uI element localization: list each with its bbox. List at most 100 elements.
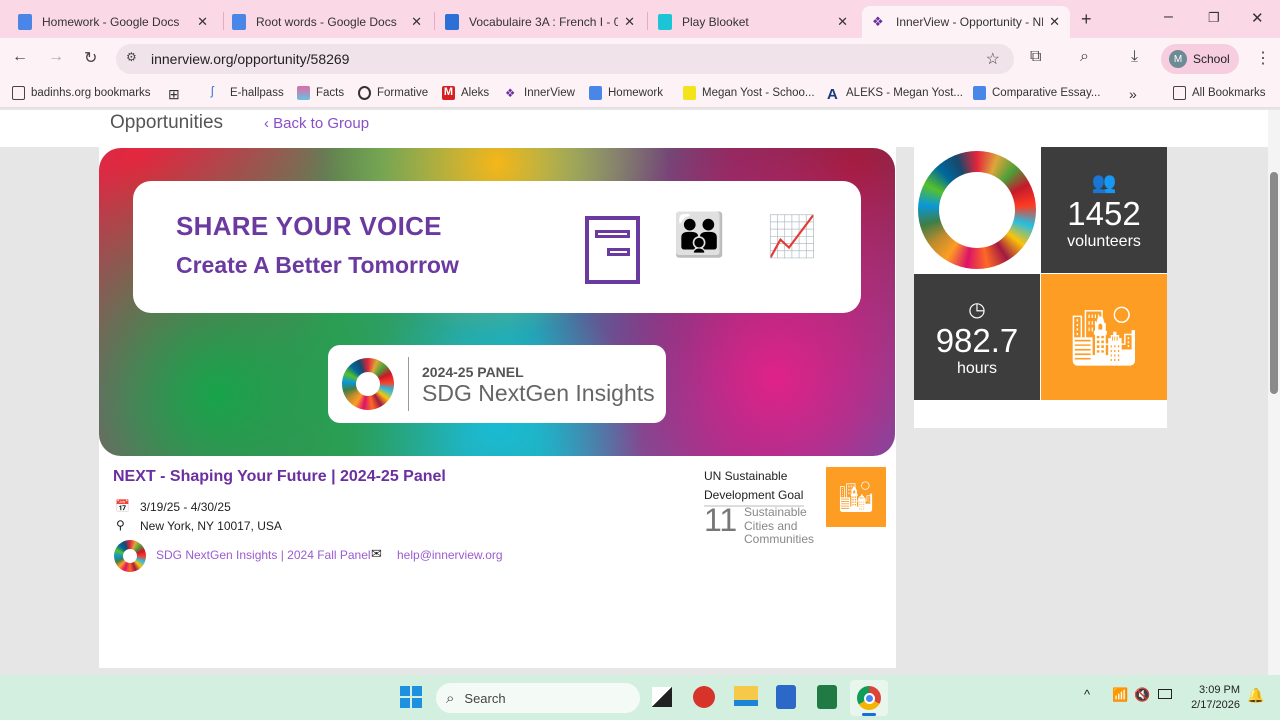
tab-vocabulaire[interactable]: Vocabulaire 3A : French I - 06 ✕: [435, 6, 645, 38]
group-logo: [114, 540, 146, 572]
stats-panel: 👥 1452 volunteers ◷ 982.7 hours 🏙: [914, 147, 1167, 428]
classroom-icon: [445, 14, 459, 30]
wifi-icon[interactable]: 📶: [1112, 687, 1128, 703]
tab-innerview[interactable]: ❖ InnerView - Opportunity - NE ✕: [862, 6, 1070, 38]
bookmark-aleks-megan[interactable]: A ALEKS - Megan Yost...: [827, 86, 963, 103]
star-icon[interactable]: ☆: [986, 49, 1000, 69]
reload-button[interactable]: ↻: [84, 48, 97, 68]
close-icon[interactable]: ✕: [837, 14, 848, 30]
chrome-taskbar-button[interactable]: [850, 680, 888, 716]
ehallpass-icon: ʃ: [211, 86, 214, 98]
email-icon: ✉: [371, 546, 382, 561]
scrollbar[interactable]: [1268, 110, 1280, 675]
close-icon[interactable]: ✕: [411, 14, 422, 30]
site-settings-icon[interactable]: ⚙: [126, 50, 137, 64]
opportunity-dates: 3/19/25 - 4/30/25: [140, 500, 231, 514]
tab-search-icon[interactable]: ⌕: [1080, 48, 1089, 66]
clock-icon: ◷: [968, 298, 986, 321]
group-link[interactable]: SDG NextGen Insights | 2024 Fall Panel: [156, 548, 371, 562]
tab-homework[interactable]: Homework - Google Docs ✕: [8, 6, 218, 38]
close-icon[interactable]: ✕: [1049, 14, 1060, 30]
bookmark-folder[interactable]: badinhs.org bookmarks: [12, 86, 151, 100]
chrome-icon: [857, 686, 881, 710]
url-text[interactable]: innerview.org/opportunity/58269: [151, 51, 349, 67]
panel-name: SDG NextGen Insights: [422, 380, 655, 406]
bookmark-aleks[interactable]: M Aleks: [442, 86, 489, 100]
bookmark-formative[interactable]: Formative: [358, 86, 428, 100]
tab-title: Homework - Google Docs: [42, 15, 180, 29]
aleks-a-icon: A: [827, 86, 838, 103]
bookmark-homework[interactable]: Homework: [589, 86, 663, 100]
clock[interactable]: 3:09 PM 2/17/2026: [1186, 683, 1240, 713]
sdg-label: UN Sustainable Development Goal: [704, 467, 804, 507]
file-explorer-icon[interactable]: [734, 686, 758, 706]
schoology-icon: [683, 86, 696, 100]
minimize-button[interactable]: –: [1164, 8, 1173, 26]
restore-button[interactable]: ❐: [1208, 10, 1220, 26]
menu-icon[interactable]: ⋮: [1255, 48, 1271, 68]
page-header: Opportunities ‹ Back to Group: [0, 110, 1268, 147]
tab-bar: Homework - Google Docs ✕ Root words - Goo…: [0, 0, 1280, 38]
hours-tile: ◷ 982.7 hours: [914, 274, 1040, 400]
extensions-icon[interactable]: ⧉: [1030, 48, 1041, 66]
taskbar: ⌕ Search ^ 📶 🔇 3:09 PM 2/17/2026 🔔: [0, 675, 1280, 720]
show-hidden-icons[interactable]: ^: [1084, 687, 1090, 702]
tab-blooket[interactable]: Play Blooket ✕: [648, 6, 858, 38]
hours-count: 982.7: [935, 321, 1019, 359]
apps-icon[interactable]: ⊞: [168, 86, 180, 103]
growth-chart-icon: 📈: [767, 215, 817, 259]
forward-button[interactable]: →: [48, 48, 64, 66]
bookmark-megan-yost[interactable]: Megan Yost - Schoo...: [683, 86, 815, 100]
sdg-wheel-icon: [342, 358, 394, 410]
all-bookmarks[interactable]: All Bookmarks: [1173, 86, 1266, 100]
avatar: M: [1169, 50, 1187, 68]
volunteers-count: 1452: [1067, 194, 1141, 232]
folder-icon: [12, 86, 25, 100]
blooket-icon: [658, 14, 672, 30]
close-icon[interactable]: ✕: [197, 14, 208, 30]
back-to-group-link[interactable]: ‹ Back to Group: [264, 115, 369, 132]
more-bookmarks-icon[interactable]: »: [1129, 86, 1137, 102]
users-icon: 👥: [1091, 171, 1117, 194]
panel-badge: 2024-25 PANEL SDG NextGen Insights: [328, 345, 666, 423]
opportunity-title: NEXT - Shaping Your Future | 2024-25 Pan…: [113, 468, 446, 485]
close-icon[interactable]: ✕: [624, 14, 635, 30]
volume-muted-icon[interactable]: 🔇: [1134, 687, 1150, 703]
powerpoint-icon[interactable]: [693, 686, 715, 708]
notifications-icon[interactable]: 🔔: [1247, 687, 1264, 704]
tab-title: Play Blooket: [682, 15, 749, 29]
calendar-icon: 📅: [115, 499, 130, 513]
bookmark-comparative-essay[interactable]: Comparative Essay...: [973, 86, 1100, 100]
bookmark-innerview[interactable]: ❖ InnerView: [505, 86, 575, 100]
hours-label: hours: [956, 359, 998, 377]
task-view-icon[interactable]: [652, 687, 672, 707]
tab-root-words[interactable]: Root words - Google Docs ✕: [222, 6, 432, 38]
word-icon[interactable]: [776, 685, 796, 709]
taskbar-search[interactable]: ⌕ Search: [436, 683, 640, 713]
close-window-button[interactable]: ✕: [1251, 9, 1264, 27]
search-icon: ⌕: [446, 689, 455, 707]
innerview-icon: ❖: [505, 88, 516, 100]
page-title: Opportunities: [110, 112, 224, 133]
address-bar[interactable]: ⚙ innerview.org/opportunity/58269 ☆: [116, 44, 1014, 74]
facts-icon: [297, 86, 310, 100]
battery-icon[interactable]: [1158, 689, 1172, 699]
bookmark-ehallpass[interactable]: ʃ E-hallpass: [211, 86, 284, 100]
excel-icon[interactable]: [817, 685, 837, 709]
banner-headline: SHARE YOUR VOICE: [176, 211, 442, 241]
panel-year: 2024-25 PANEL: [422, 364, 524, 380]
survey-form-icon: [585, 216, 640, 284]
tab-title: InnerView - Opportunity - NE: [896, 15, 1044, 29]
new-tab-button[interactable]: +: [1081, 9, 1092, 30]
windows-start-icon[interactable]: [400, 686, 422, 708]
profile-button[interactable]: M School: [1161, 44, 1239, 74]
email-link[interactable]: help@innerview.org: [397, 548, 503, 562]
download-icon[interactable]: ⤓: [1131, 48, 1138, 66]
sdg-number: 11: [704, 502, 738, 538]
map-pin-icon: ⚲: [116, 518, 125, 532]
back-button[interactable]: ←: [12, 48, 28, 66]
banner-subheadline: Create A Better Tomorrow: [176, 252, 459, 278]
volunteers-tile: 👥 1452 volunteers: [1041, 147, 1167, 273]
bookmark-facts[interactable]: Facts: [297, 86, 344, 100]
sdg-name: Sustainable Cities and Communities: [744, 505, 815, 546]
